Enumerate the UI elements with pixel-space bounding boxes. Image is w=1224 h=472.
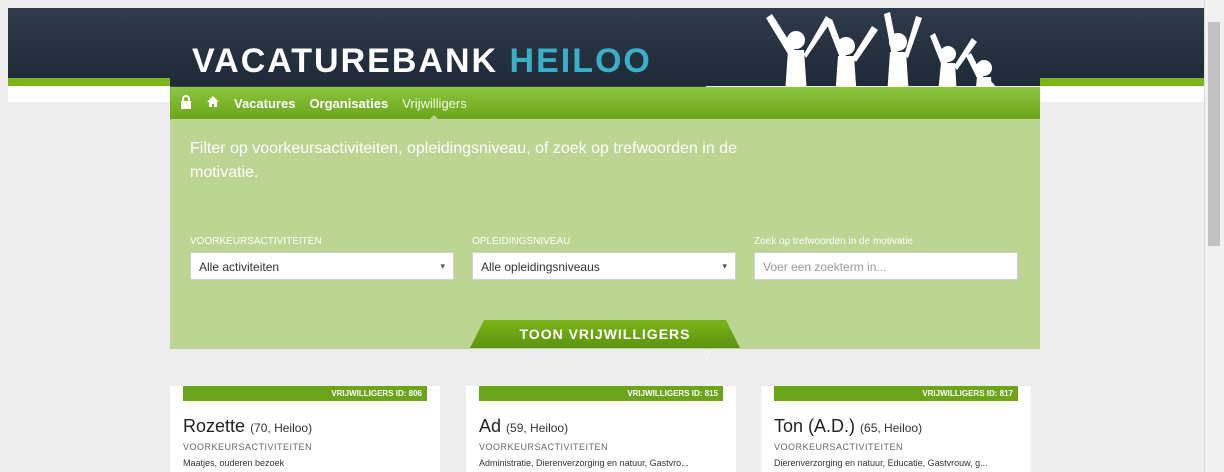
volunteer-id-badge: VRIJWILLIGERS ID: 815	[479, 386, 723, 401]
volunteer-name[interactable]: Ad (59, Heiloo)	[479, 416, 568, 437]
header-stripe-left	[8, 78, 170, 86]
volunteer-field-value: Administratie, Dierenverzorging en natuu…	[479, 458, 689, 468]
search-label: Zoek op trefwoorden in de motivatie	[754, 236, 913, 247]
select-caret-icon: ▾	[722, 261, 727, 271]
header-stripe-right	[1040, 78, 1204, 86]
volunteer-name-text: Ad	[479, 416, 502, 436]
filter-intro-text: Filter op voorkeursactiviteiten, opleidi…	[190, 140, 737, 181]
volunteer-name[interactable]: Rozette (70, Heiloo)	[183, 416, 312, 437]
page-band-right	[1040, 86, 1204, 102]
volunteer-name[interactable]: Ton (A.D.) (65, Heiloo)	[774, 416, 922, 437]
volunteer-id-badge: VRIJWILLIGERS ID: 817	[774, 386, 1018, 401]
volunteer-field-label: VOORKEURSACTIVITEITEN	[479, 442, 609, 452]
volunteer-field-value: Dierenverzorging en natuur, Educatie, Ga…	[774, 458, 988, 468]
education-label: OPLEIDINGSNIVEAU	[472, 236, 571, 247]
activities-select[interactable]: Alle activiteiten ▾	[190, 252, 454, 280]
nav-item-organisaties[interactable]: Organisaties	[309, 96, 388, 111]
site-logo[interactable]: VACATUREBANK HEILOO	[192, 42, 652, 81]
volunteer-card[interactable]: VRIJWILLIGERS ID: 815 Ad (59, Heiloo) VO…	[466, 386, 736, 472]
nav-item-vrijwilligers[interactable]: Vrijwilligers	[402, 96, 467, 121]
main-container: VACATUREBANK HEILOO Vacatures Organisati…	[170, 8, 1040, 472]
home-icon[interactable]	[206, 95, 220, 111]
lock-icon[interactable]	[180, 94, 192, 112]
volunteer-meta: (59, Heiloo)	[506, 421, 569, 435]
volunteer-card[interactable]: VRIJWILLIGERS ID: 806 Rozette (70, Heilo…	[170, 386, 440, 472]
nav-item-vacatures[interactable]: Vacatures	[234, 96, 295, 111]
volunteer-meta: (65, Heiloo)	[860, 421, 923, 435]
logo-accent-text: HEILOO	[509, 42, 652, 80]
volunteer-field-label: VOORKEURSACTIVITEITEN	[774, 442, 904, 452]
volunteer-name-text: Rozette	[183, 416, 246, 436]
education-select[interactable]: Alle opleidingsniveaus ▾	[472, 252, 736, 280]
volunteer-card[interactable]: VRIJWILLIGERS ID: 817 Ton (A.D.) (65, He…	[761, 386, 1031, 472]
logo-main-text: VACATUREBANK	[192, 42, 499, 80]
volunteer-name-text: Ton (A.D.)	[774, 416, 856, 436]
activities-label: VOORKEURSACTIVITEITEN	[190, 236, 322, 247]
filter-panel: Filter op voorkeursactiviteiten, opleidi…	[170, 119, 1040, 349]
scrollbar-thumb[interactable]	[1208, 22, 1220, 246]
volunteer-field-value: Maatjes, ouderen bezoek	[183, 458, 285, 468]
volunteer-id-badge: VRIJWILLIGERS ID: 806	[183, 386, 427, 401]
chevron-down-icon: ∨	[700, 344, 714, 364]
main-nav: Vacatures Organisaties Vrijwilligers	[170, 87, 1040, 121]
education-select-value: Alle opleidingsniveaus	[481, 260, 600, 274]
search-input[interactable]: Voer een zoekterm in...	[754, 252, 1018, 280]
volunteer-field-label: VOORKEURSACTIVITEITEN	[183, 442, 313, 452]
volunteer-meta: (70, Heiloo)	[250, 421, 313, 435]
select-caret-icon: ▾	[440, 261, 445, 271]
activities-select-value: Alle activiteiten	[199, 260, 280, 274]
page-band-left	[8, 86, 170, 102]
